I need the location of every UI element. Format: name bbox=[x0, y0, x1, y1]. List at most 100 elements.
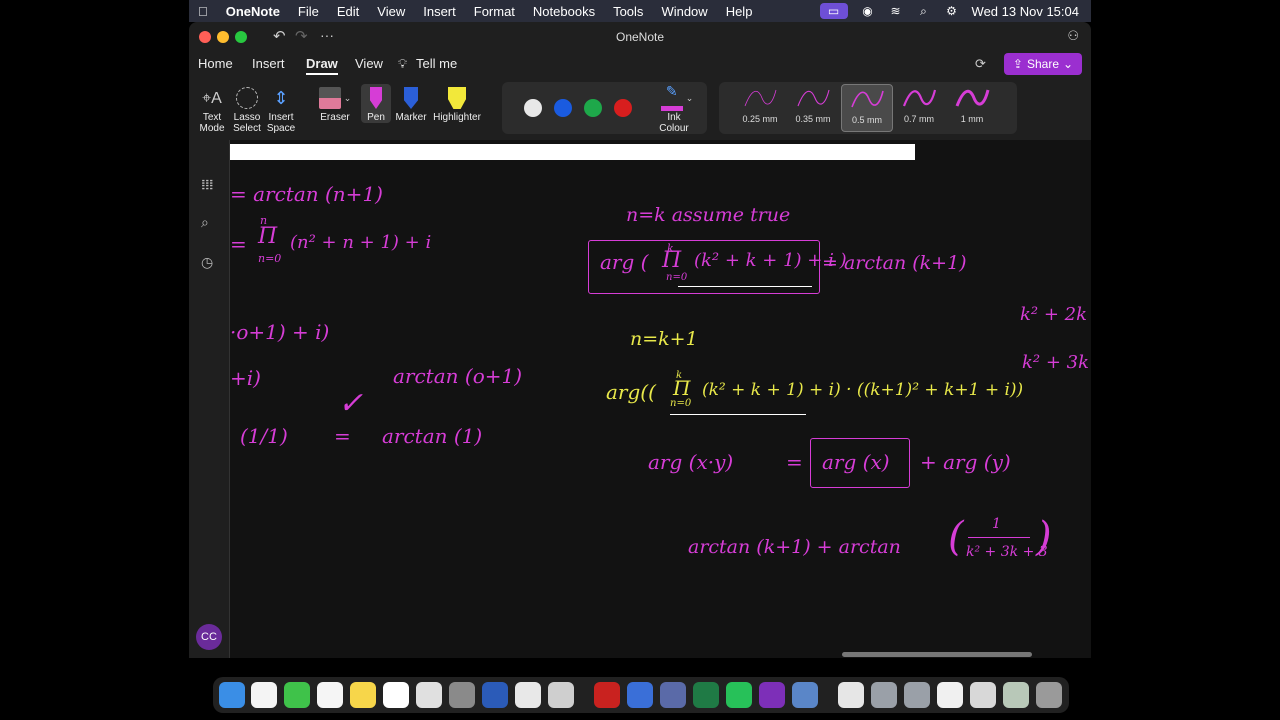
ink-underline-white-2 bbox=[670, 414, 806, 415]
ink-line-plus-i: +i) bbox=[230, 366, 261, 390]
ink-product-lower-k: n=0 bbox=[666, 272, 688, 283]
app-grid-icon[interactable] bbox=[416, 682, 442, 708]
menu-tools[interactable]: Tools bbox=[604, 4, 652, 19]
tab-view[interactable]: View bbox=[355, 56, 383, 71]
teams-icon[interactable] bbox=[792, 682, 818, 708]
stroke-preview-icon bbox=[744, 89, 777, 107]
stroke-size-025[interactable]: 0.25 mm bbox=[735, 84, 785, 130]
macos-dock bbox=[213, 677, 1069, 713]
control-center-icon[interactable]: ⚙ bbox=[944, 4, 960, 18]
recent-history-icon[interactable]: ◷ bbox=[201, 254, 213, 271]
calendar-icon[interactable] bbox=[251, 682, 277, 708]
stroke-size-07[interactable]: 0.7 mm bbox=[894, 84, 944, 130]
highlighter-button[interactable]: Highlighter bbox=[431, 84, 483, 123]
document-thumbnail-icon[interactable] bbox=[838, 682, 864, 708]
ink-arg-x-y: arg (x·y) bbox=[648, 450, 734, 474]
stroke-preview-icon bbox=[797, 89, 830, 107]
tab-home[interactable]: Home bbox=[198, 56, 233, 71]
ink-fraction-numerator: 1 bbox=[992, 516, 1001, 532]
ink-plus-arg-y: + arg (y) bbox=[920, 450, 1011, 474]
color-swatch-red[interactable] bbox=[614, 99, 632, 117]
stroke-preview-icon bbox=[902, 89, 937, 107]
ink-assume-true: n=k assume true bbox=[626, 204, 791, 226]
menu-view[interactable]: View bbox=[368, 4, 414, 19]
color-swatch-white[interactable] bbox=[524, 99, 542, 117]
notes-icon[interactable] bbox=[350, 682, 376, 708]
page-canvas[interactable]: = arctan (n+1) = Π n n=0 (n² + n + 1) + … bbox=[230, 140, 1091, 658]
pasted-image-strip bbox=[230, 144, 915, 160]
wifi-icon[interactable]: ≋ bbox=[888, 4, 904, 18]
eraser-label: Eraser bbox=[320, 112, 350, 123]
horizontal-scrollbar[interactable] bbox=[842, 652, 1032, 657]
freeform-wave-icon[interactable] bbox=[627, 682, 653, 708]
title-bar: ↶ ↷ ··· OneNote ⚇ bbox=[189, 22, 1091, 50]
menu-clock[interactable]: Wed 13 Nov 15:04 bbox=[972, 4, 1079, 19]
highlighter-label: Highlighter bbox=[433, 112, 481, 123]
text-mode-button[interactable]: ⌖A Text Mode bbox=[197, 84, 227, 134]
menu-edit[interactable]: Edit bbox=[328, 4, 368, 19]
stroke-preview-icon bbox=[955, 89, 990, 107]
pen-button[interactable]: Pen bbox=[361, 84, 391, 123]
apple-icon[interactable]:  bbox=[189, 4, 217, 19]
menu-insert[interactable]: Insert bbox=[414, 4, 465, 19]
insert-space-button[interactable]: ⇕ Insert Space bbox=[265, 84, 297, 135]
share-button[interactable]: ⇪ Share ⌄ bbox=[1004, 53, 1082, 75]
sync-icon[interactable]: ⟳ bbox=[975, 56, 986, 72]
stroke-size-1[interactable]: 1 mm bbox=[947, 84, 997, 130]
tell-me-search[interactable]: Tell me bbox=[416, 56, 457, 71]
ink-y-product-symbol: Π bbox=[673, 376, 691, 400]
stroke-size-05[interactable]: 0.5 mm bbox=[841, 84, 893, 132]
whatsapp-icon[interactable] bbox=[726, 682, 752, 708]
ink-open-paren: ( bbox=[948, 514, 964, 560]
spotlight-search-icon[interactable]: ⌕ bbox=[916, 4, 932, 18]
account-icon[interactable]: ⚇ bbox=[1067, 28, 1079, 44]
ink-one-over-one: (1/1) bbox=[240, 424, 288, 448]
chrome-icon[interactable] bbox=[515, 682, 541, 708]
record-icon[interactable]: ◉ bbox=[860, 4, 876, 18]
color-swatch-green[interactable] bbox=[584, 99, 602, 117]
color-swatch-blue[interactable] bbox=[554, 99, 572, 117]
onenote-icon[interactable] bbox=[759, 682, 785, 708]
stroke-size-035[interactable]: 0.35 mm bbox=[788, 84, 838, 130]
menu-notebooks[interactable]: Notebooks bbox=[524, 4, 604, 19]
folder-icon[interactable] bbox=[904, 682, 930, 708]
screen-mirroring-icon[interactable]: ▭ bbox=[819, 3, 848, 19]
navigation-sidebar: 𝍖 ⌕ ◷ CC bbox=[189, 140, 230, 658]
reminders-icon[interactable] bbox=[317, 682, 343, 708]
screenshot-icon[interactable] bbox=[660, 682, 686, 708]
pen-icon bbox=[361, 84, 391, 112]
acrobat-icon[interactable] bbox=[594, 682, 620, 708]
ink-side-note-1: k² + 2k bbox=[1020, 304, 1088, 325]
trash-icon[interactable] bbox=[1036, 682, 1062, 708]
ink-product-upper: n bbox=[260, 214, 268, 227]
word-icon[interactable] bbox=[482, 682, 508, 708]
recent-file-3-icon[interactable] bbox=[1003, 682, 1029, 708]
notebooks-icon[interactable]: 𝍖 bbox=[201, 176, 214, 193]
ink-colour-button[interactable]: ✎ ⌄ Ink Colour bbox=[654, 84, 700, 135]
marker-button[interactable]: Marker bbox=[395, 84, 427, 123]
menu-help[interactable]: Help bbox=[717, 4, 762, 19]
freeform-icon[interactable] bbox=[383, 682, 409, 708]
recent-file-icon[interactable] bbox=[937, 682, 963, 708]
recent-file-2-icon[interactable] bbox=[970, 682, 996, 708]
excel-icon[interactable] bbox=[693, 682, 719, 708]
macos-menu-bar:  OneNote File Edit View Insert Format N… bbox=[189, 0, 1091, 22]
menu-file[interactable]: File bbox=[289, 4, 328, 19]
tab-insert[interactable]: Insert bbox=[252, 56, 285, 71]
draw-ribbon: ⌖A Text Mode Lasso Select ⇕ Insert Space… bbox=[189, 80, 1091, 140]
tell-me-lightbulb-icon[interactable]: 💡︎ bbox=[398, 56, 407, 72]
app-menu[interactable]: OneNote bbox=[217, 4, 289, 19]
search-icon[interactable]: ⌕ bbox=[201, 214, 209, 231]
stroke-size-label: 0.35 mm bbox=[795, 114, 831, 124]
eraser-button[interactable]: ⌄ Eraser bbox=[315, 84, 355, 123]
finder-icon[interactable] bbox=[219, 682, 245, 708]
menu-window[interactable]: Window bbox=[652, 4, 716, 19]
preview-icon[interactable] bbox=[548, 682, 574, 708]
menu-format[interactable]: Format bbox=[465, 4, 524, 19]
downloads-folder-icon[interactable] bbox=[871, 682, 897, 708]
avatar[interactable]: CC bbox=[196, 624, 222, 650]
messages-icon[interactable] bbox=[284, 682, 310, 708]
lasso-select-button[interactable]: Lasso Select bbox=[231, 84, 263, 134]
system-settings-icon[interactable] bbox=[449, 682, 475, 708]
tab-draw[interactable]: Draw bbox=[306, 56, 338, 75]
